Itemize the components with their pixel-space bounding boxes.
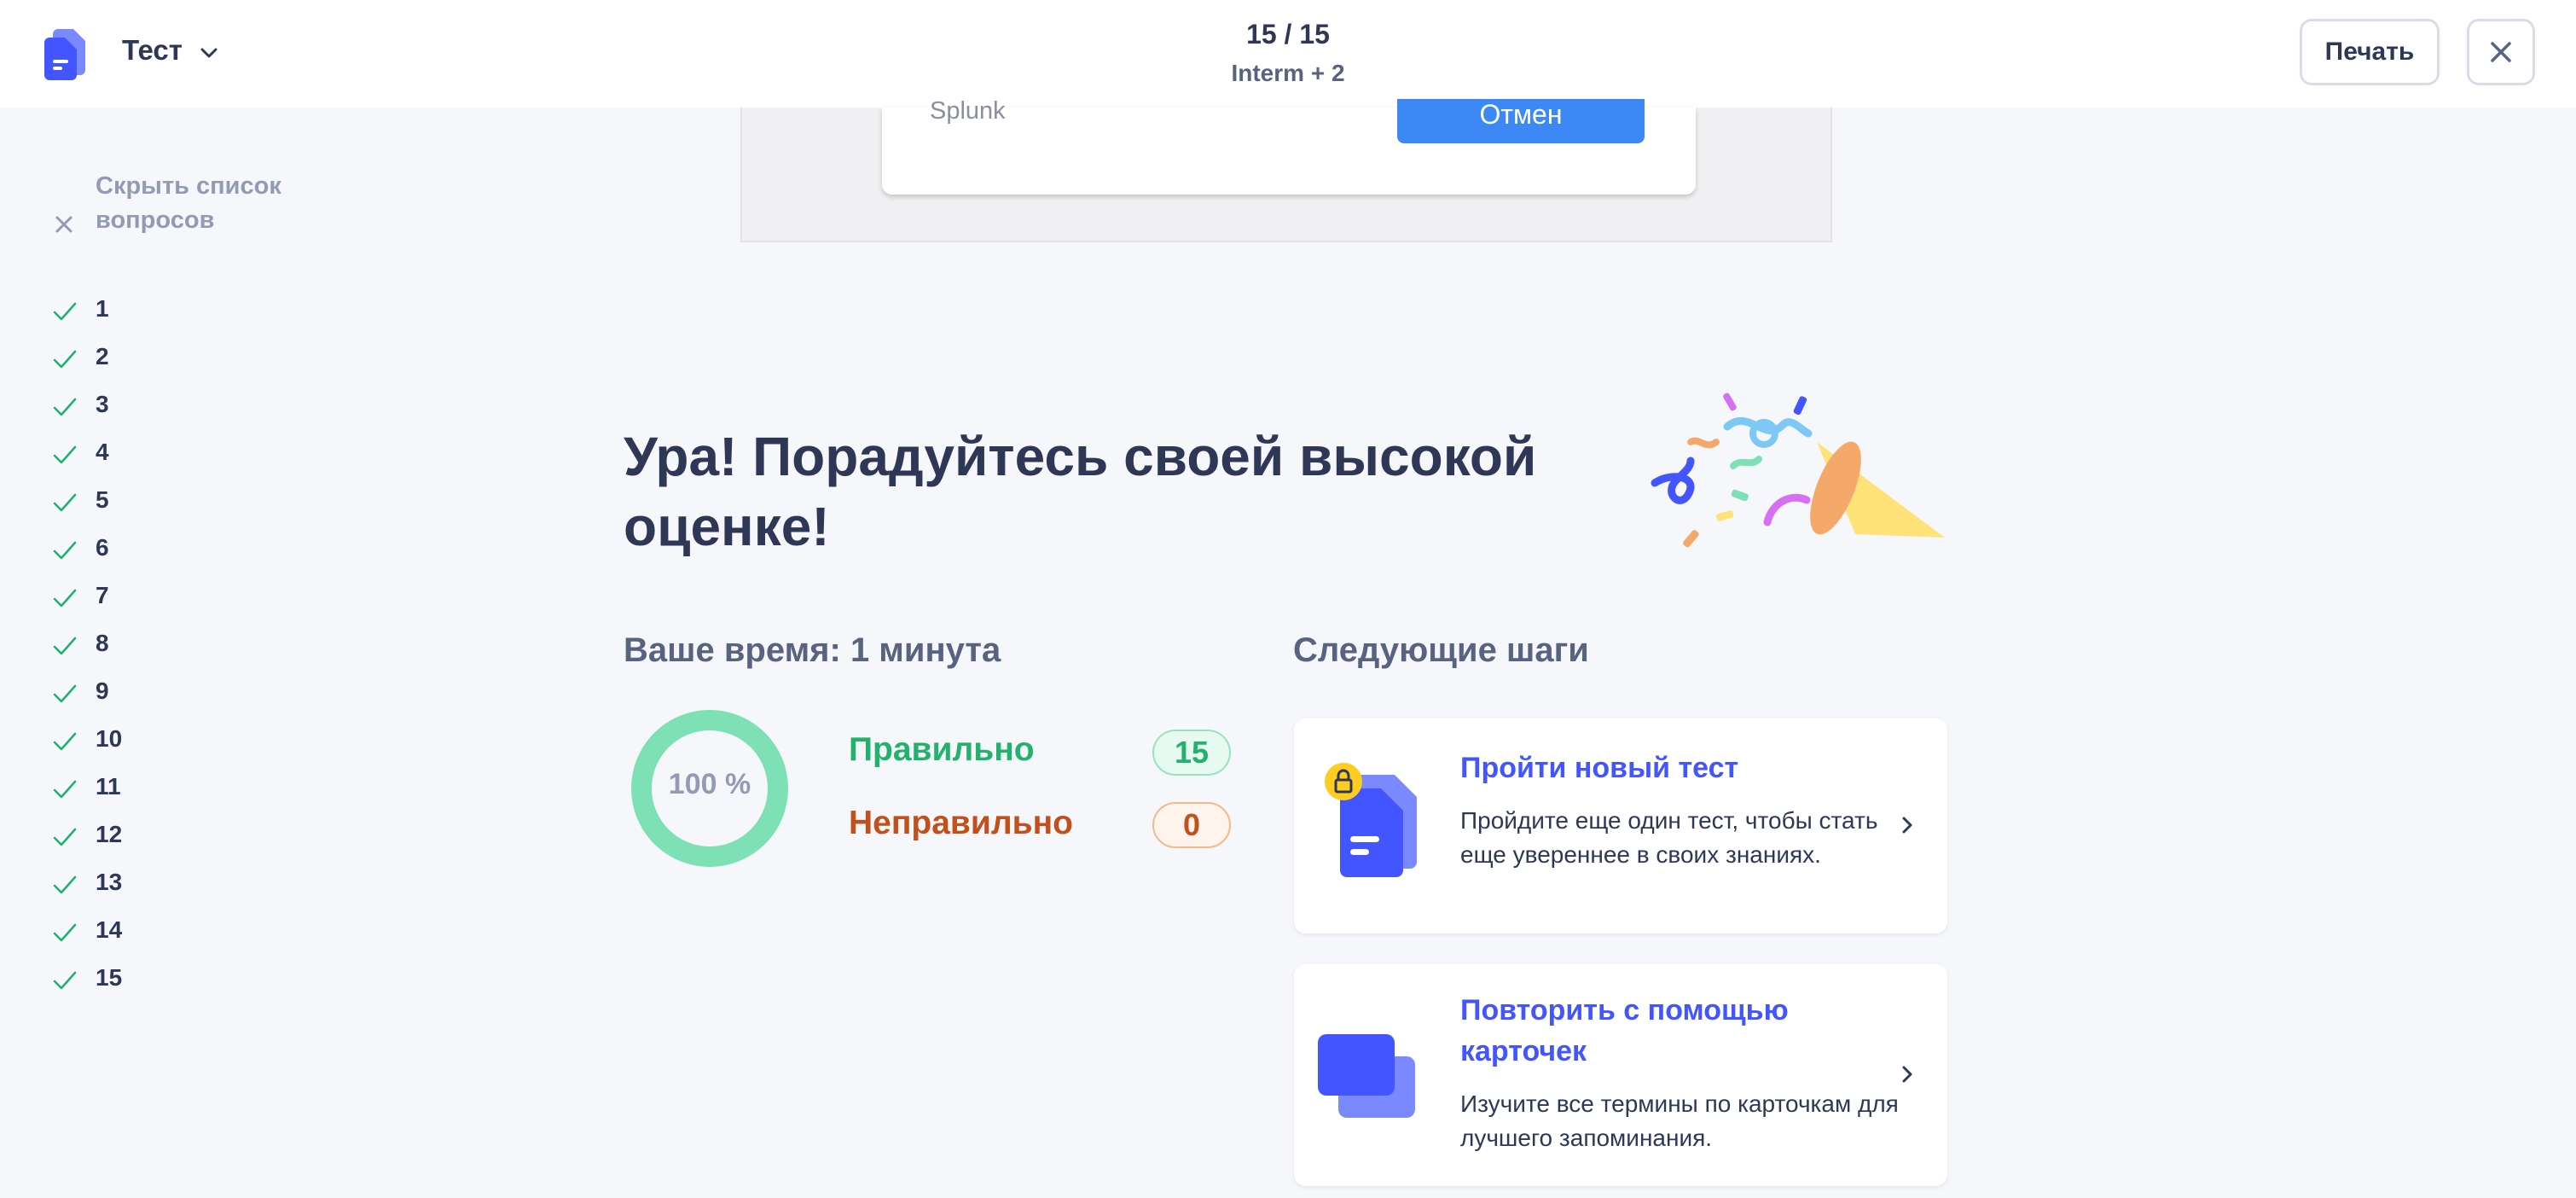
question-item[interactable]: 8 <box>51 625 222 672</box>
check-icon <box>53 923 77 942</box>
submit-button[interactable]: Отмен <box>1397 99 1645 143</box>
check-icon <box>53 732 77 751</box>
incorrect-count-badge[interactable]: 0 <box>1152 802 1231 848</box>
previous-question-panel: Splunk Отмен <box>740 97 1832 242</box>
question-number: 14 <box>96 916 123 943</box>
close-button[interactable] <box>2467 19 2535 85</box>
chevron-right-icon[interactable] <box>1896 1063 1918 1085</box>
question-number: 8 <box>96 630 109 656</box>
question-number: 4 <box>96 439 109 465</box>
result-headline: Ура! Порадуйтесь своей высокой оценке! <box>624 426 1537 557</box>
question-item[interactable]: 9 <box>51 672 222 720</box>
check-icon <box>53 445 77 464</box>
question-item[interactable]: 2 <box>51 338 222 386</box>
question-number: 15 <box>96 964 123 991</box>
question-number: 9 <box>96 678 109 704</box>
close-icon <box>2491 42 2511 62</box>
correct-count-badge[interactable]: 15 <box>1152 730 1231 776</box>
question-item[interactable]: 14 <box>51 911 222 959</box>
question-number: 1 <box>96 295 109 322</box>
party-popper-icon <box>1651 393 1945 548</box>
print-button[interactable]: Печать <box>2300 19 2440 85</box>
question-item[interactable]: 4 <box>51 433 222 481</box>
check-icon <box>53 780 77 799</box>
flashcards-title[interactable]: Повторить с помощью карточек <box>1460 990 1870 1072</box>
incorrect-label: Неправильно <box>849 805 1074 841</box>
chevron-down-icon[interactable] <box>198 42 220 64</box>
question-item[interactable]: 3 <box>51 386 222 433</box>
answer-text: Splunk <box>930 97 1006 125</box>
check-icon <box>53 684 77 703</box>
question-item[interactable]: 7 <box>51 577 222 625</box>
chevron-right-icon[interactable] <box>1896 814 1918 836</box>
check-icon <box>53 971 77 990</box>
question-number: 2 <box>96 343 109 369</box>
top-bar: Тест 15 / 15 Interm + 2 Печать <box>0 0 2576 108</box>
flashcards-description: Изучите все термины по карточкам для луч… <box>1460 1090 1899 1151</box>
question-number: 13 <box>96 869 123 895</box>
new-test-description: Пройдите еще один тест, чтобы стать еще … <box>1460 807 1878 868</box>
question-number: 12 <box>96 821 123 847</box>
new-test-title[interactable]: Пройти новый тест <box>1460 747 1870 788</box>
check-icon <box>53 398 77 416</box>
score-percent: 100 % <box>668 768 751 800</box>
hide-question-list-button[interactable]: Скрыть список вопросов <box>51 169 307 246</box>
question-item[interactable]: 5 <box>51 481 222 529</box>
progress-count: 15 / 15 <box>1246 19 1330 49</box>
question-item[interactable]: 1 <box>51 290 222 338</box>
check-icon <box>53 493 77 512</box>
close-icon <box>55 216 73 233</box>
elapsed-time: Ваше время: 1 минута <box>624 631 1001 669</box>
question-item[interactable]: 12 <box>51 816 222 864</box>
quizlet-test-logo-icon[interactable] <box>44 26 92 80</box>
check-icon <box>53 541 77 560</box>
question-number: 3 <box>96 391 109 417</box>
question-item[interactable]: 11 <box>51 768 222 816</box>
check-icon <box>53 828 77 846</box>
question-number: 6 <box>96 534 109 561</box>
new-test-card[interactable]: Пройти новый тест Пройдите еще один тест… <box>1294 718 1947 933</box>
check-icon <box>53 302 77 321</box>
question-number: 7 <box>96 582 109 608</box>
check-icon <box>53 589 77 608</box>
next-steps-title: Следующие шаги <box>1293 631 1589 669</box>
question-number: 10 <box>96 725 123 752</box>
mode-title[interactable]: Тест <box>122 34 183 67</box>
previous-question-card: Splunk Отмен <box>882 97 1696 195</box>
check-icon <box>53 350 77 369</box>
question-number: 5 <box>96 486 109 513</box>
question-item[interactable]: 6 <box>51 529 222 577</box>
flashcards-card[interactable]: Повторить с помощью карточек Изучите все… <box>1294 964 1947 1186</box>
set-title: Interm + 2 <box>1231 60 1345 86</box>
question-number: 11 <box>96 773 121 800</box>
check-icon <box>53 875 77 894</box>
correct-label: Правильно <box>849 731 1035 768</box>
check-icon <box>53 637 77 655</box>
question-item[interactable]: 13 <box>51 864 222 911</box>
question-list: 1 2 3 4 5 6 7 8 9 10 11 12 13 14 15 <box>51 290 222 1007</box>
flashcards-icon <box>1318 1034 1415 1118</box>
locked-test-icon <box>1325 763 1417 877</box>
question-item[interactable]: 15 <box>51 959 222 1007</box>
hide-list-label: Скрыть список вопросов <box>96 172 281 234</box>
question-item[interactable]: 10 <box>51 720 222 768</box>
